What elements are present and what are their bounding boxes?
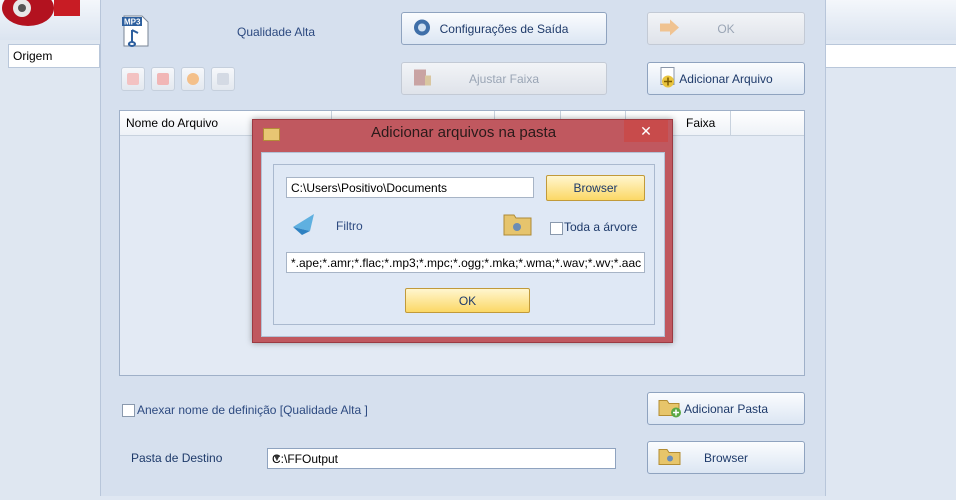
film-icon: [412, 67, 432, 90]
remove-button[interactable]: [121, 67, 145, 91]
gear-icon: [412, 17, 432, 40]
arrow-right-icon: [658, 18, 680, 39]
mp3-format-icon: MP3: [122, 14, 150, 48]
clear-button[interactable]: [151, 67, 175, 91]
add-folder-button[interactable]: Adicionar Pasta: [647, 392, 805, 425]
add-folder-files-dialog: Adicionar arquivos na pasta ✕ C:\Users\P…: [252, 119, 673, 343]
add-folder-label: Adicionar Pasta: [683, 401, 769, 416]
whole-tree-label: Toda a árvore: [564, 220, 638, 234]
app-logo: [0, 0, 100, 38]
adjust-track-label: Ajustar Faixa: [468, 71, 540, 86]
append-name-checkbox[interactable]: [122, 404, 135, 417]
add-file-icon: [658, 66, 678, 91]
origem-column-header[interactable]: Origem: [8, 44, 100, 68]
destination-browse-label: Browser: [703, 450, 748, 465]
dialog-title: Adicionar arquivos na pasta: [370, 124, 557, 141]
background-sidebar: [0, 40, 100, 500]
adjust-track-button[interactable]: Ajustar Faixa: [401, 62, 607, 95]
svg-text:MP3: MP3: [124, 18, 141, 27]
delete-icon: [157, 73, 169, 85]
output-config-button[interactable]: Configurações de Saída: [401, 12, 607, 45]
quality-label: Qualidade Alta: [237, 25, 316, 39]
add-file-button[interactable]: Adicionar Arquivo: [647, 62, 805, 95]
add-folder-icon: [658, 396, 682, 421]
add-file-label: Adicionar Arquivo: [679, 71, 773, 86]
media-info-icon: [217, 73, 229, 85]
close-button[interactable]: ✕: [624, 120, 668, 142]
folder-icon: [658, 446, 682, 469]
filter-label: Filtro: [336, 219, 363, 233]
whole-tree-checkbox[interactable]: [550, 222, 563, 235]
ok-button[interactable]: OK: [647, 12, 805, 45]
modal-browse-button[interactable]: Browser: [546, 175, 645, 201]
filter-input[interactable]: *.ape;*.amr;*.flac;*.mp3;*.mpc;*.ogg;*.m…: [286, 252, 645, 273]
origem-label: Origem: [13, 49, 53, 63]
dialog-group: C:\Users\Positivo\Documents Browser Filt…: [273, 164, 655, 325]
info-button[interactable]: [211, 67, 235, 91]
destination-browse-button[interactable]: Browser: [647, 441, 805, 474]
background-list-header: [824, 44, 956, 68]
play-button[interactable]: [181, 67, 205, 91]
dialog-body: C:\Users\Positivo\Documents Browser Filt…: [261, 152, 665, 337]
ok-label: OK: [717, 21, 735, 36]
filter-icon: [290, 209, 320, 237]
append-name-label: Anexar nome de definição [Qualidade Alta…: [137, 403, 368, 417]
modal-ok-button[interactable]: OK: [405, 288, 530, 313]
folder-browse-icon[interactable]: [503, 212, 532, 236]
destination-label: Pasta de Destino: [131, 451, 223, 465]
remove-icon: [127, 73, 139, 85]
chevron-down-icon: ▼: [272, 453, 282, 464]
destination-combo[interactable]: C:\FFOutput ▼: [267, 448, 616, 469]
play-icon: [187, 73, 199, 85]
output-config-label: Configurações de Saída: [439, 21, 569, 36]
folder-path-input[interactable]: C:\Users\Positivo\Documents: [286, 177, 534, 198]
